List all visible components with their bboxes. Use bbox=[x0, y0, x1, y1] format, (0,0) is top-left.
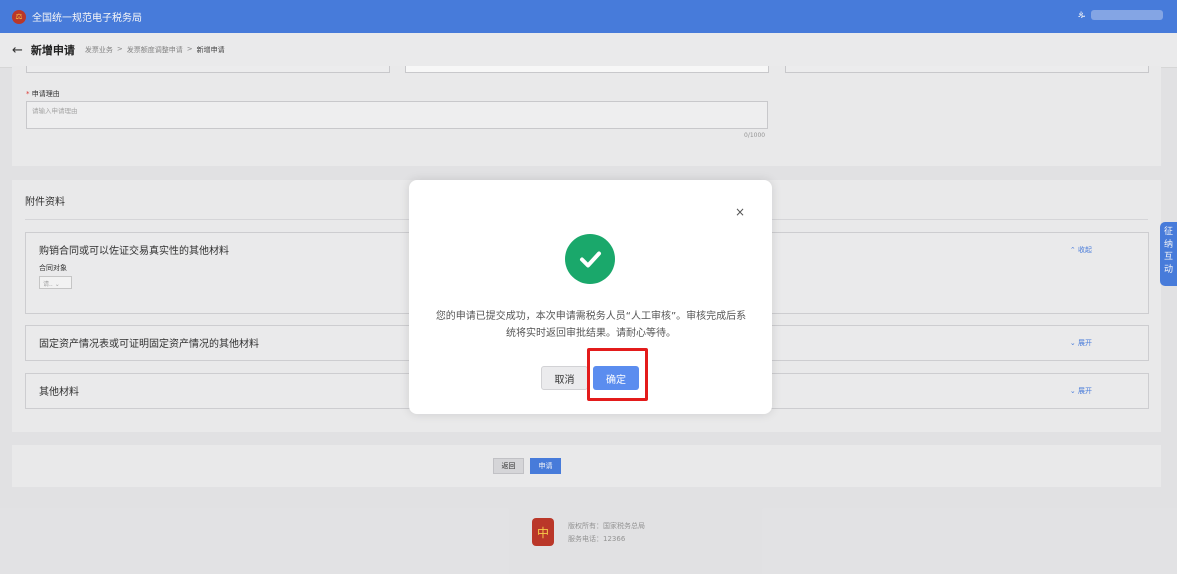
close-icon[interactable]: × bbox=[735, 205, 745, 219]
checkmark-icon bbox=[580, 251, 601, 268]
confirm-highlight-box bbox=[587, 348, 648, 401]
dialog-message: 您的申请已提交成功，本次申请需税务人员“人工审核”。审核完成后系统将实时返回审批… bbox=[435, 311, 747, 339]
check-circle-icon bbox=[565, 234, 615, 284]
cancel-button[interactable]: 取消 bbox=[541, 366, 588, 390]
